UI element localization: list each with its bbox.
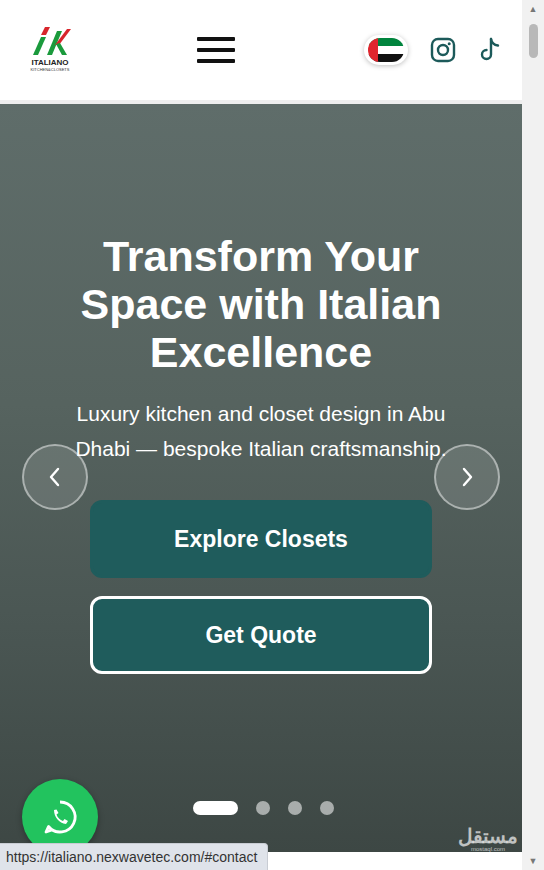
hero-button[interactable]: Explore Closets xyxy=(90,500,432,578)
instagram-icon[interactable] xyxy=(430,37,456,63)
status-bar: https://italiano.nexwavetec.com/#contact xyxy=(0,843,268,870)
header: ITALIANOKITCHEN&CLOSETS xyxy=(0,0,522,104)
site: ITALIANOKITCHEN&CLOSETS Transform Your Sp… xyxy=(0,0,522,870)
watermark: مستقلmostaql.com xyxy=(458,826,518,852)
hero-slider: Transform Your Space with Italian Excell… xyxy=(0,104,522,852)
brand-name: ITALIANO xyxy=(31,59,68,68)
hero-buttons: Explore Closets Get Quote xyxy=(90,500,432,674)
hero-title: Transform Your Space with Italian Excell… xyxy=(51,232,471,376)
page: ITALIANOKITCHEN&CLOSETS Transform Your Sp… xyxy=(0,0,544,870)
slide-dot[interactable] xyxy=(320,801,334,815)
tiktok-icon[interactable] xyxy=(478,37,502,63)
chevron-right-icon xyxy=(457,465,477,489)
hero-button[interactable]: Get Quote xyxy=(90,596,432,674)
whatsapp-icon xyxy=(40,797,80,837)
chevron-left-icon xyxy=(45,465,65,489)
prev-slide-button[interactable] xyxy=(22,444,88,510)
slide-dot[interactable] xyxy=(193,801,238,815)
hero-content: Transform Your Space with Italian Excell… xyxy=(51,104,471,674)
next-slide-button[interactable] xyxy=(434,444,500,510)
scrollbar[interactable]: ▲▼ xyxy=(522,0,544,870)
scroll-down-button[interactable]: ▼ xyxy=(529,852,538,870)
scroll-up-button[interactable]: ▲ xyxy=(529,0,538,18)
uae-flag-icon[interactable] xyxy=(364,35,408,65)
slide-dot[interactable] xyxy=(288,801,302,815)
brand-tagline: KITCHEN&CLOSETS xyxy=(31,68,70,72)
header-actions xyxy=(364,35,502,65)
menu-icon[interactable] xyxy=(197,37,235,63)
hero-subtitle: Luxury kitchen and closet design in Abu … xyxy=(71,396,451,466)
slide-dot[interactable] xyxy=(256,801,270,815)
logo[interactable]: ITALIANOKITCHEN&CLOSETS xyxy=(28,27,72,72)
scroll-thumb[interactable] xyxy=(529,24,538,58)
logo-mark-icon xyxy=(29,27,71,57)
